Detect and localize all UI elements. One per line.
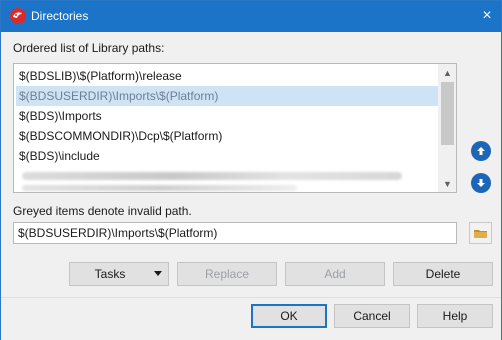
scroll-thumb[interactable] — [441, 82, 454, 145]
cancel-button[interactable]: Cancel — [334, 304, 410, 328]
move-down-icon[interactable] — [471, 173, 491, 193]
app-logo-icon — [10, 8, 26, 24]
scroll-up-arrow-icon[interactable]: ▲ — [439, 64, 456, 81]
browse-folder-button[interactable] — [469, 222, 492, 244]
folder-icon — [474, 230, 487, 238]
library-paths-list[interactable]: $(BDSLIB)\$(Platform)\release $(BDSUSERD… — [13, 63, 457, 193]
close-icon[interactable]: × — [478, 7, 496, 25]
scroll-down-arrow-icon[interactable]: ▼ — [439, 175, 456, 192]
blurred-list-content — [22, 172, 402, 180]
add-button[interactable]: Add — [285, 262, 385, 286]
path-input[interactable] — [13, 222, 457, 244]
list-item[interactable]: $(BDSLIB)\$(Platform)\release — [16, 66, 440, 86]
dialog-footer: OK Cancel Help — [1, 298, 501, 340]
tasks-dropdown-button[interactable]: Tasks — [69, 262, 169, 286]
dropdown-arrow-icon — [154, 271, 162, 276]
tasks-label: Tasks — [94, 267, 126, 281]
down-arrow-icon — [477, 179, 485, 187]
up-arrow-icon — [477, 147, 485, 155]
list-item-selected[interactable]: $(BDSUSERDIR)\Imports\$(Platform) — [16, 86, 440, 106]
directories-dialog: Directories × Ordered list of Library pa… — [0, 0, 502, 340]
blurred-list-content — [22, 185, 297, 191]
list-item[interactable]: $(BDSCOMMONDIR)\Dcp\$(Platform) — [16, 126, 440, 146]
list-item[interactable]: $(BDS)\include — [16, 146, 440, 166]
title-bar: Directories × — [1, 1, 501, 32]
move-up-icon[interactable] — [471, 141, 491, 161]
vertical-scrollbar[interactable]: ▲ ▼ — [438, 64, 456, 192]
library-paths-label: Ordered list of Library paths: — [13, 41, 165, 55]
delete-button[interactable]: Delete — [393, 262, 493, 286]
replace-button[interactable]: Replace — [177, 262, 277, 286]
window-title: Directories — [31, 9, 89, 23]
list-item[interactable]: $(BDS)\Imports — [16, 106, 440, 126]
greyed-items-label: Greyed items denote invalid path. — [13, 204, 192, 218]
help-button[interactable]: Help — [417, 304, 493, 328]
ok-button[interactable]: OK — [251, 304, 327, 328]
